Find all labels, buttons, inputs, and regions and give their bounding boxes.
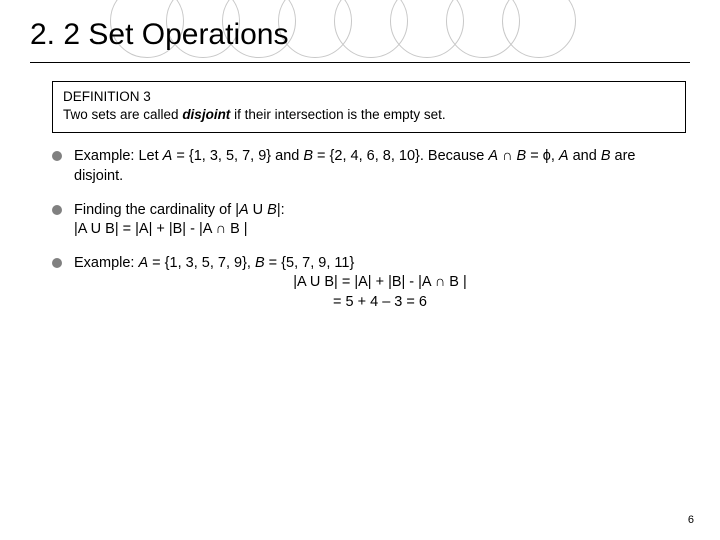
list-item: Example: Let A = {1, 3, 5, 7, 9} and B =… (52, 147, 686, 186)
definition-term: disjoint (182, 107, 230, 122)
page-number: 6 (688, 514, 694, 526)
bullet-list: Example: Let A = {1, 3, 5, 7, 9} and B =… (52, 147, 686, 312)
definition-text: Two sets are called disjoint if their in… (63, 106, 675, 124)
centered-math: |A U B| = |A| + |B| - |A ∩ B | = 5 + 4 –… (74, 273, 686, 312)
page-title: 2. 2 Set Operations (0, 0, 720, 58)
definition-label: DEFINITION 3 (63, 88, 675, 106)
list-item: Finding the cardinality of |A U B|: |A U… (52, 201, 686, 240)
definition-box: DEFINITION 3 Two sets are called disjoin… (52, 81, 686, 133)
list-item: Example: A = {1, 3, 5, 7, 9}, B = {5, 7,… (52, 254, 686, 313)
formula-line: |A U B| = |A| + |B| - |A ∩ B | (74, 221, 248, 237)
